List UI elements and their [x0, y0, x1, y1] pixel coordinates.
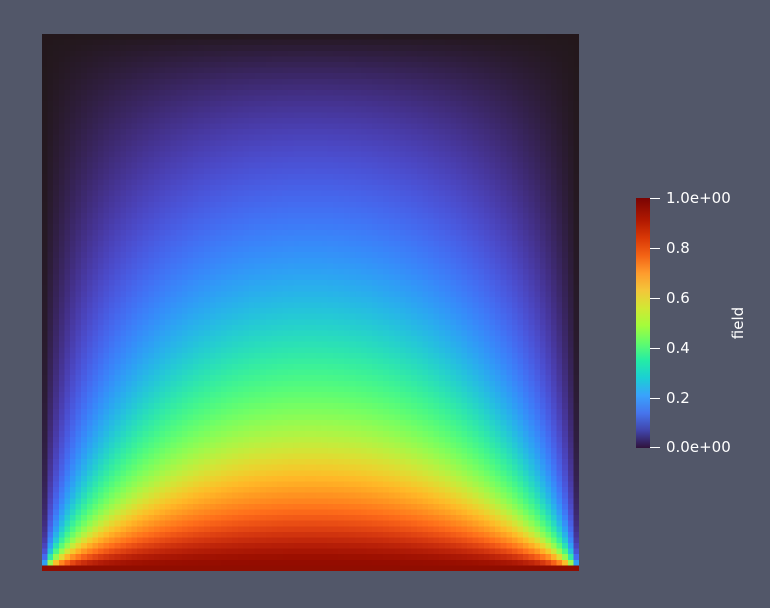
colorbar-gradient	[636, 198, 650, 448]
colorbar-tick	[650, 198, 660, 199]
colorbar-tick	[650, 298, 660, 299]
colorbar-tick	[650, 248, 660, 249]
colorbar-tick	[650, 398, 660, 399]
colorbar-tick-label: 1.0e+00	[666, 189, 731, 207]
render-viewport[interactable]: 1.0e+00 0.8 0.6 0.4 0.2 0.0e+00 field	[0, 0, 770, 608]
colorbar-tick	[650, 447, 660, 448]
colorbar-tick-label: 0.4	[666, 339, 690, 357]
colorbar-tick	[650, 348, 660, 349]
scalar-field-plot[interactable]	[42, 34, 579, 571]
colorbar-tick-label: 0.6	[666, 289, 690, 307]
colorbar-tick-label: 0.2	[666, 389, 690, 407]
colorbar-tick-label: 0.0e+00	[666, 438, 731, 456]
colorbar-tick-label: 0.8	[666, 239, 690, 257]
colorbar-title: field	[729, 306, 747, 340]
